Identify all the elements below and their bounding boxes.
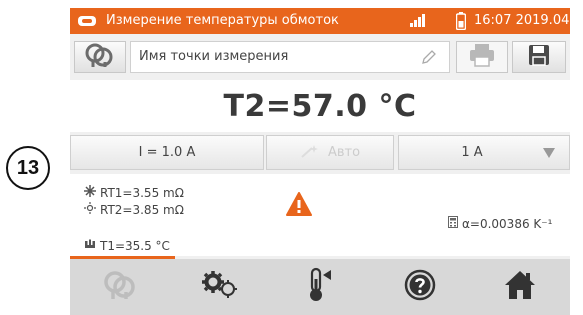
rt2-value: RT2=3.85 mΩ xyxy=(100,202,184,217)
toolbar: Имя точки измерения xyxy=(70,38,570,78)
results-panel: RT1=3.55 mΩ RT2=3.85 mΩ α=0.00386 K⁻¹ T1… xyxy=(70,174,570,256)
gears-icon xyxy=(200,270,240,304)
rt1-line: RT1=3.55 mΩ xyxy=(84,185,184,200)
save-button[interactable] xyxy=(512,41,566,73)
print-button[interactable] xyxy=(456,41,508,73)
device-screen: Измерение температуры обмоток 16:07 2019… xyxy=(70,8,570,315)
range-value: 1 A xyxy=(461,145,483,160)
t1-value: T1=35.5 °C xyxy=(100,238,170,253)
auto-label: Авто xyxy=(327,145,361,160)
measurement-point-input[interactable]: Имя точки измерения xyxy=(130,41,450,73)
callout-number: 13 xyxy=(6,146,50,190)
signal-bars-icon xyxy=(410,13,428,31)
home-icon xyxy=(504,269,536,305)
probe-button[interactable] xyxy=(74,41,126,73)
snowflake-icon xyxy=(84,185,96,200)
nav-probe-button[interactable] xyxy=(70,259,170,315)
alpha-value: α=0.00386 K⁻¹ xyxy=(462,216,553,231)
probe-icon xyxy=(83,42,117,72)
current-value: I = 1.0 A xyxy=(138,145,196,160)
nav-temperature-button[interactable] xyxy=(270,259,370,315)
sun-icon xyxy=(84,202,96,217)
range-dropdown[interactable]: 1 A xyxy=(398,135,570,170)
bottom-nav xyxy=(70,259,570,315)
main-reading: T2=57.0 °C xyxy=(223,88,417,124)
warning-icon xyxy=(286,192,312,219)
battery-icon xyxy=(455,12,467,34)
calculator-icon xyxy=(448,216,458,231)
measurement-point-placeholder: Имя точки измерения xyxy=(139,49,289,64)
help-icon xyxy=(404,269,436,305)
screen-title: Измерение температуры обмоток xyxy=(106,13,339,28)
alpha-line: α=0.00386 K⁻¹ xyxy=(448,216,552,231)
t1-line: T1=35.5 °C xyxy=(84,238,170,253)
app-logo-icon xyxy=(77,15,97,31)
clock: 16:07 2019.04.10 xyxy=(474,13,570,28)
thermometer-icon xyxy=(305,267,335,307)
nav-settings-button[interactable] xyxy=(170,259,270,315)
rt2-line: RT2=3.85 mΩ xyxy=(84,202,184,217)
nav-home-button[interactable] xyxy=(470,259,570,315)
pencil-icon[interactable] xyxy=(421,49,437,69)
auto-button[interactable]: Авто xyxy=(266,135,394,170)
nav-help-button[interactable] xyxy=(370,259,470,315)
thermo-hand-icon xyxy=(84,238,96,253)
status-bar: Измерение температуры обмоток 16:07 2019… xyxy=(70,8,570,34)
auto-wand-icon xyxy=(300,143,322,163)
rt1-value: RT1=3.55 mΩ xyxy=(100,185,184,200)
probe-icon xyxy=(101,270,139,304)
controls-row: I = 1.0 A Авто 1 A xyxy=(70,135,570,173)
current-setting-button[interactable]: I = 1.0 A xyxy=(70,135,264,170)
chevron-down-icon xyxy=(543,147,555,162)
save-icon xyxy=(528,44,550,70)
printer-icon xyxy=(469,43,495,71)
reading-display: T2=57.0 °C xyxy=(70,80,570,132)
